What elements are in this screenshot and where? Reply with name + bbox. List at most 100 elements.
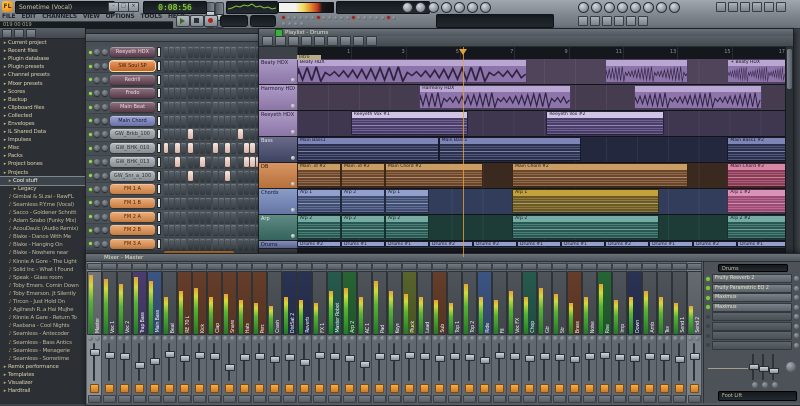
fx-enable-button[interactable]: [615, 384, 624, 393]
step-cell[interactable]: [250, 198, 255, 208]
fader-handle[interactable]: [150, 358, 160, 365]
step-cell[interactable]: [213, 157, 218, 167]
strip-route-cell[interactable]: [88, 395, 101, 403]
option-knob[interactable]: [293, 16, 297, 20]
playlist-clip[interactable]: Arp 1: [385, 189, 429, 213]
channel-mute-indicator[interactable]: [157, 184, 161, 194]
fx-slot[interactable]: [706, 322, 799, 332]
mixer-strip[interactable]: RE 70 L: [177, 262, 192, 403]
browser-item[interactable]: ♪AcouDaulc (Audio Remix): [0, 225, 85, 233]
strip-pan-knob[interactable]: [313, 336, 318, 341]
playlist-track-row[interactable]: Beaty HDX+ Beaty HDX: [297, 59, 786, 85]
option-knob[interactable]: [346, 16, 350, 20]
browser-item[interactable]: ♪Solid Inc - What I Found: [0, 266, 85, 274]
fx-enable-button[interactable]: [585, 384, 594, 393]
fader-handle[interactable]: [555, 354, 565, 361]
step-cell[interactable]: [225, 116, 230, 126]
multilink-button[interactable]: [480, 2, 491, 13]
record-button[interactable]: [204, 15, 218, 27]
track-header[interactable]: Harmony HDX: [259, 85, 297, 111]
mixer-strip[interactable]: Main Bass: [147, 262, 162, 403]
step-cell[interactable]: [181, 171, 186, 181]
playlist-clip[interactable]: Reeyeth Vox #2: [546, 111, 663, 135]
mixer-strip[interactable]: Rise: [597, 262, 612, 403]
step-cell[interactable]: [175, 102, 180, 112]
channel-mute-indicator[interactable]: [157, 47, 161, 57]
step-cell[interactable]: [181, 184, 186, 194]
strip-pan-knob[interactable]: [673, 336, 678, 341]
channel-mute-indicator[interactable]: [157, 171, 161, 181]
step-cell[interactable]: [164, 212, 169, 222]
render-button[interactable]: [614, 16, 624, 26]
mixer-strip[interactable]: Noise: [582, 262, 597, 403]
project-info-button[interactable]: [643, 2, 654, 13]
step-cell[interactable]: [206, 61, 211, 71]
step-cell[interactable]: [225, 88, 230, 98]
mixer-strip[interactable]: Clap: [207, 262, 222, 403]
strip-pan-knob[interactable]: [88, 336, 93, 341]
step-cell[interactable]: [238, 171, 243, 181]
menu-item-options[interactable]: OPTIONS: [106, 13, 135, 21]
strip-route-cell[interactable]: [613, 395, 626, 403]
step-cell[interactable]: [219, 212, 224, 222]
step-cell[interactable]: [200, 212, 205, 222]
step-cell[interactable]: [188, 157, 193, 167]
mixer-strip[interactable]: Top 1: [447, 262, 462, 403]
step-cell[interactable]: [181, 47, 186, 57]
browser-item[interactable]: ♪Kinnie A Gare - Return To: [0, 314, 85, 322]
channel-activity-led[interactable]: [89, 51, 92, 54]
channel-volume-knob[interactable]: [102, 118, 108, 124]
browser-item[interactable]: ▸Plugin presets: [0, 63, 85, 71]
playlist-clip[interactable]: Main Chord #3: [727, 163, 786, 187]
channel-mute-indicator[interactable]: [157, 61, 161, 71]
track-header[interactable]: Beaty HDX: [259, 59, 297, 85]
mixer-strip[interactable]: Ride: [477, 262, 492, 403]
strip-pan-knob[interactable]: [253, 336, 258, 341]
step-cell[interactable]: [219, 102, 224, 112]
playlist-clip[interactable]: Drums #1: [561, 241, 605, 247]
fx-enable-button[interactable]: [450, 384, 459, 393]
channel-button[interactable]: Fredo: [110, 88, 155, 98]
step-cell[interactable]: [231, 212, 236, 222]
channel-button[interactable]: GW_Brkb_100: [110, 129, 155, 139]
strip-pan-knob[interactable]: [268, 336, 273, 341]
step-cell[interactable]: [238, 143, 243, 153]
snap-selector[interactable]: [366, 36, 377, 46]
step-cell[interactable]: [213, 116, 218, 126]
strip-sep-knob[interactable]: [215, 336, 220, 341]
browser-item[interactable]: ▸Collected: [0, 112, 85, 120]
strip-sep-knob[interactable]: [665, 336, 670, 341]
step-cell[interactable]: [219, 171, 224, 181]
browser-item[interactable]: ▸Legacy: [0, 185, 85, 193]
record-led[interactable]: [352, 16, 355, 19]
step-cell[interactable]: [238, 102, 243, 112]
fader-handle[interactable]: [690, 353, 700, 360]
strip-fader[interactable]: [358, 342, 371, 382]
strip-route-cell[interactable]: [178, 395, 191, 403]
step-cell[interactable]: [175, 184, 180, 194]
browser-item[interactable]: ♪Rasbana - Cool Nights: [0, 322, 85, 330]
wait-for-input-button[interactable]: [441, 2, 452, 13]
playlist-clip[interactable]: [634, 85, 761, 109]
fader-handle[interactable]: [225, 364, 235, 371]
strip-route-cell[interactable]: [268, 395, 281, 403]
mixer-strip[interactable]: Master: [87, 262, 102, 403]
step-cell[interactable]: [164, 75, 169, 85]
fader-handle[interactable]: [255, 353, 265, 360]
mixer-strip[interactable]: Reverb: [297, 262, 312, 403]
blend-notes-button[interactable]: [467, 2, 478, 13]
step-cell[interactable]: [219, 157, 224, 167]
browser-item[interactable]: ♪Seamless - Menagerie: [0, 347, 85, 355]
step-cell[interactable]: [244, 88, 249, 98]
fx-slot-mix-knob[interactable]: [794, 324, 799, 329]
browser-item[interactable]: ♪Blake - Hanging On: [0, 241, 85, 249]
mixer-strip[interactable]: Top 2: [462, 262, 477, 403]
step-cell[interactable]: [175, 171, 180, 181]
step-cell[interactable]: [206, 47, 211, 57]
strip-pan-knob[interactable]: [133, 336, 138, 341]
browser-item[interactable]: ▸Visualizer: [0, 379, 85, 387]
playlist-clip[interactable]: Arp 1: [297, 189, 341, 213]
channel-pan-knob[interactable]: [94, 49, 100, 55]
strip-pan-knob[interactable]: [523, 336, 528, 341]
strip-fader[interactable]: [433, 342, 446, 382]
